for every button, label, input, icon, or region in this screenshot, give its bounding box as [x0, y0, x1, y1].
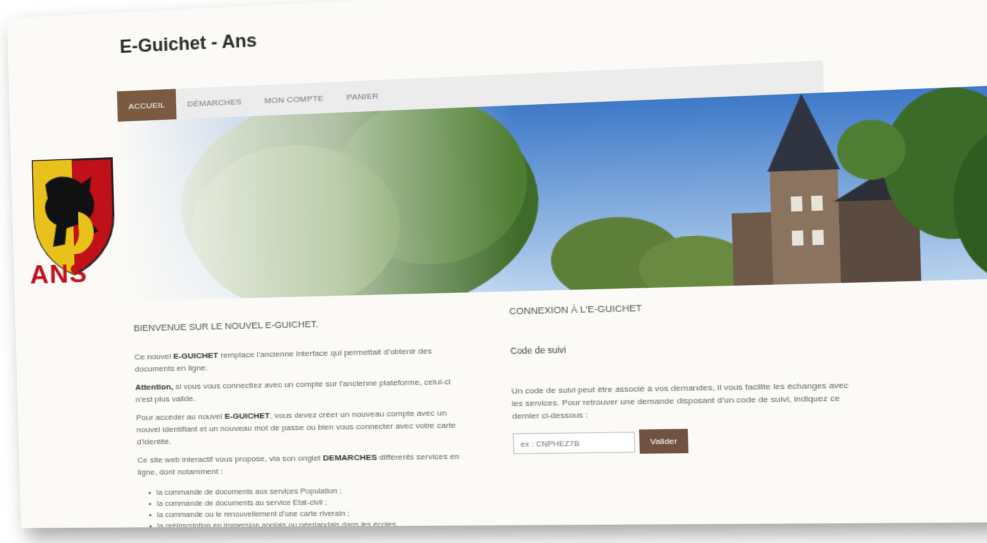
site-title: E-Guichet - Ans [119, 30, 258, 57]
welcome-paragraph-2: Attention, si vous vous connectiez avec … [135, 377, 451, 405]
screenshot-stage: E-Guichet - Ans ACCUEIL DÉMARCHES MON CO… [0, 0, 987, 543]
banner-image [117, 83, 987, 302]
browser-page: E-Guichet - Ans ACCUEIL DÉMARCHES MON CO… [6, 0, 987, 529]
login-title: CONNEXION À L'E-GUICHET [509, 302, 643, 317]
welcome-paragraph-3: Pour accéder au nouvel E-GUICHET, vous d… [136, 408, 457, 447]
welcome-paragraph-1: Ce nouvel E-GUICHET remplace l'ancienne … [134, 346, 432, 374]
list-item: la préinscription en immersion anglais o… [149, 518, 483, 528]
logo-text: ANS [29, 257, 89, 290]
nav-item-demarches[interactable]: DÉMARCHES [176, 85, 254, 119]
tracking-code-input[interactable] [512, 431, 636, 455]
nav-item-accueil[interactable]: ACCUEIL [116, 88, 177, 122]
tracking-code-label: Code de suivi [510, 344, 567, 357]
welcome-title: BIENVENUE SUR LE NOUVEL E-GUICHET. [133, 318, 319, 334]
services-list: la commande de documents aux services Po… [148, 484, 483, 528]
validate-button[interactable]: Valider [639, 428, 689, 454]
welcome-paragraph-4: Ce site web interactif vous propose, via… [137, 451, 460, 477]
tracking-code-description: Un code de suivi peut être associé à vos… [511, 380, 849, 421]
nav-item-mon-compte[interactable]: MON COMPTE [253, 82, 336, 116]
nav-item-panier[interactable]: PANIER [335, 79, 391, 112]
